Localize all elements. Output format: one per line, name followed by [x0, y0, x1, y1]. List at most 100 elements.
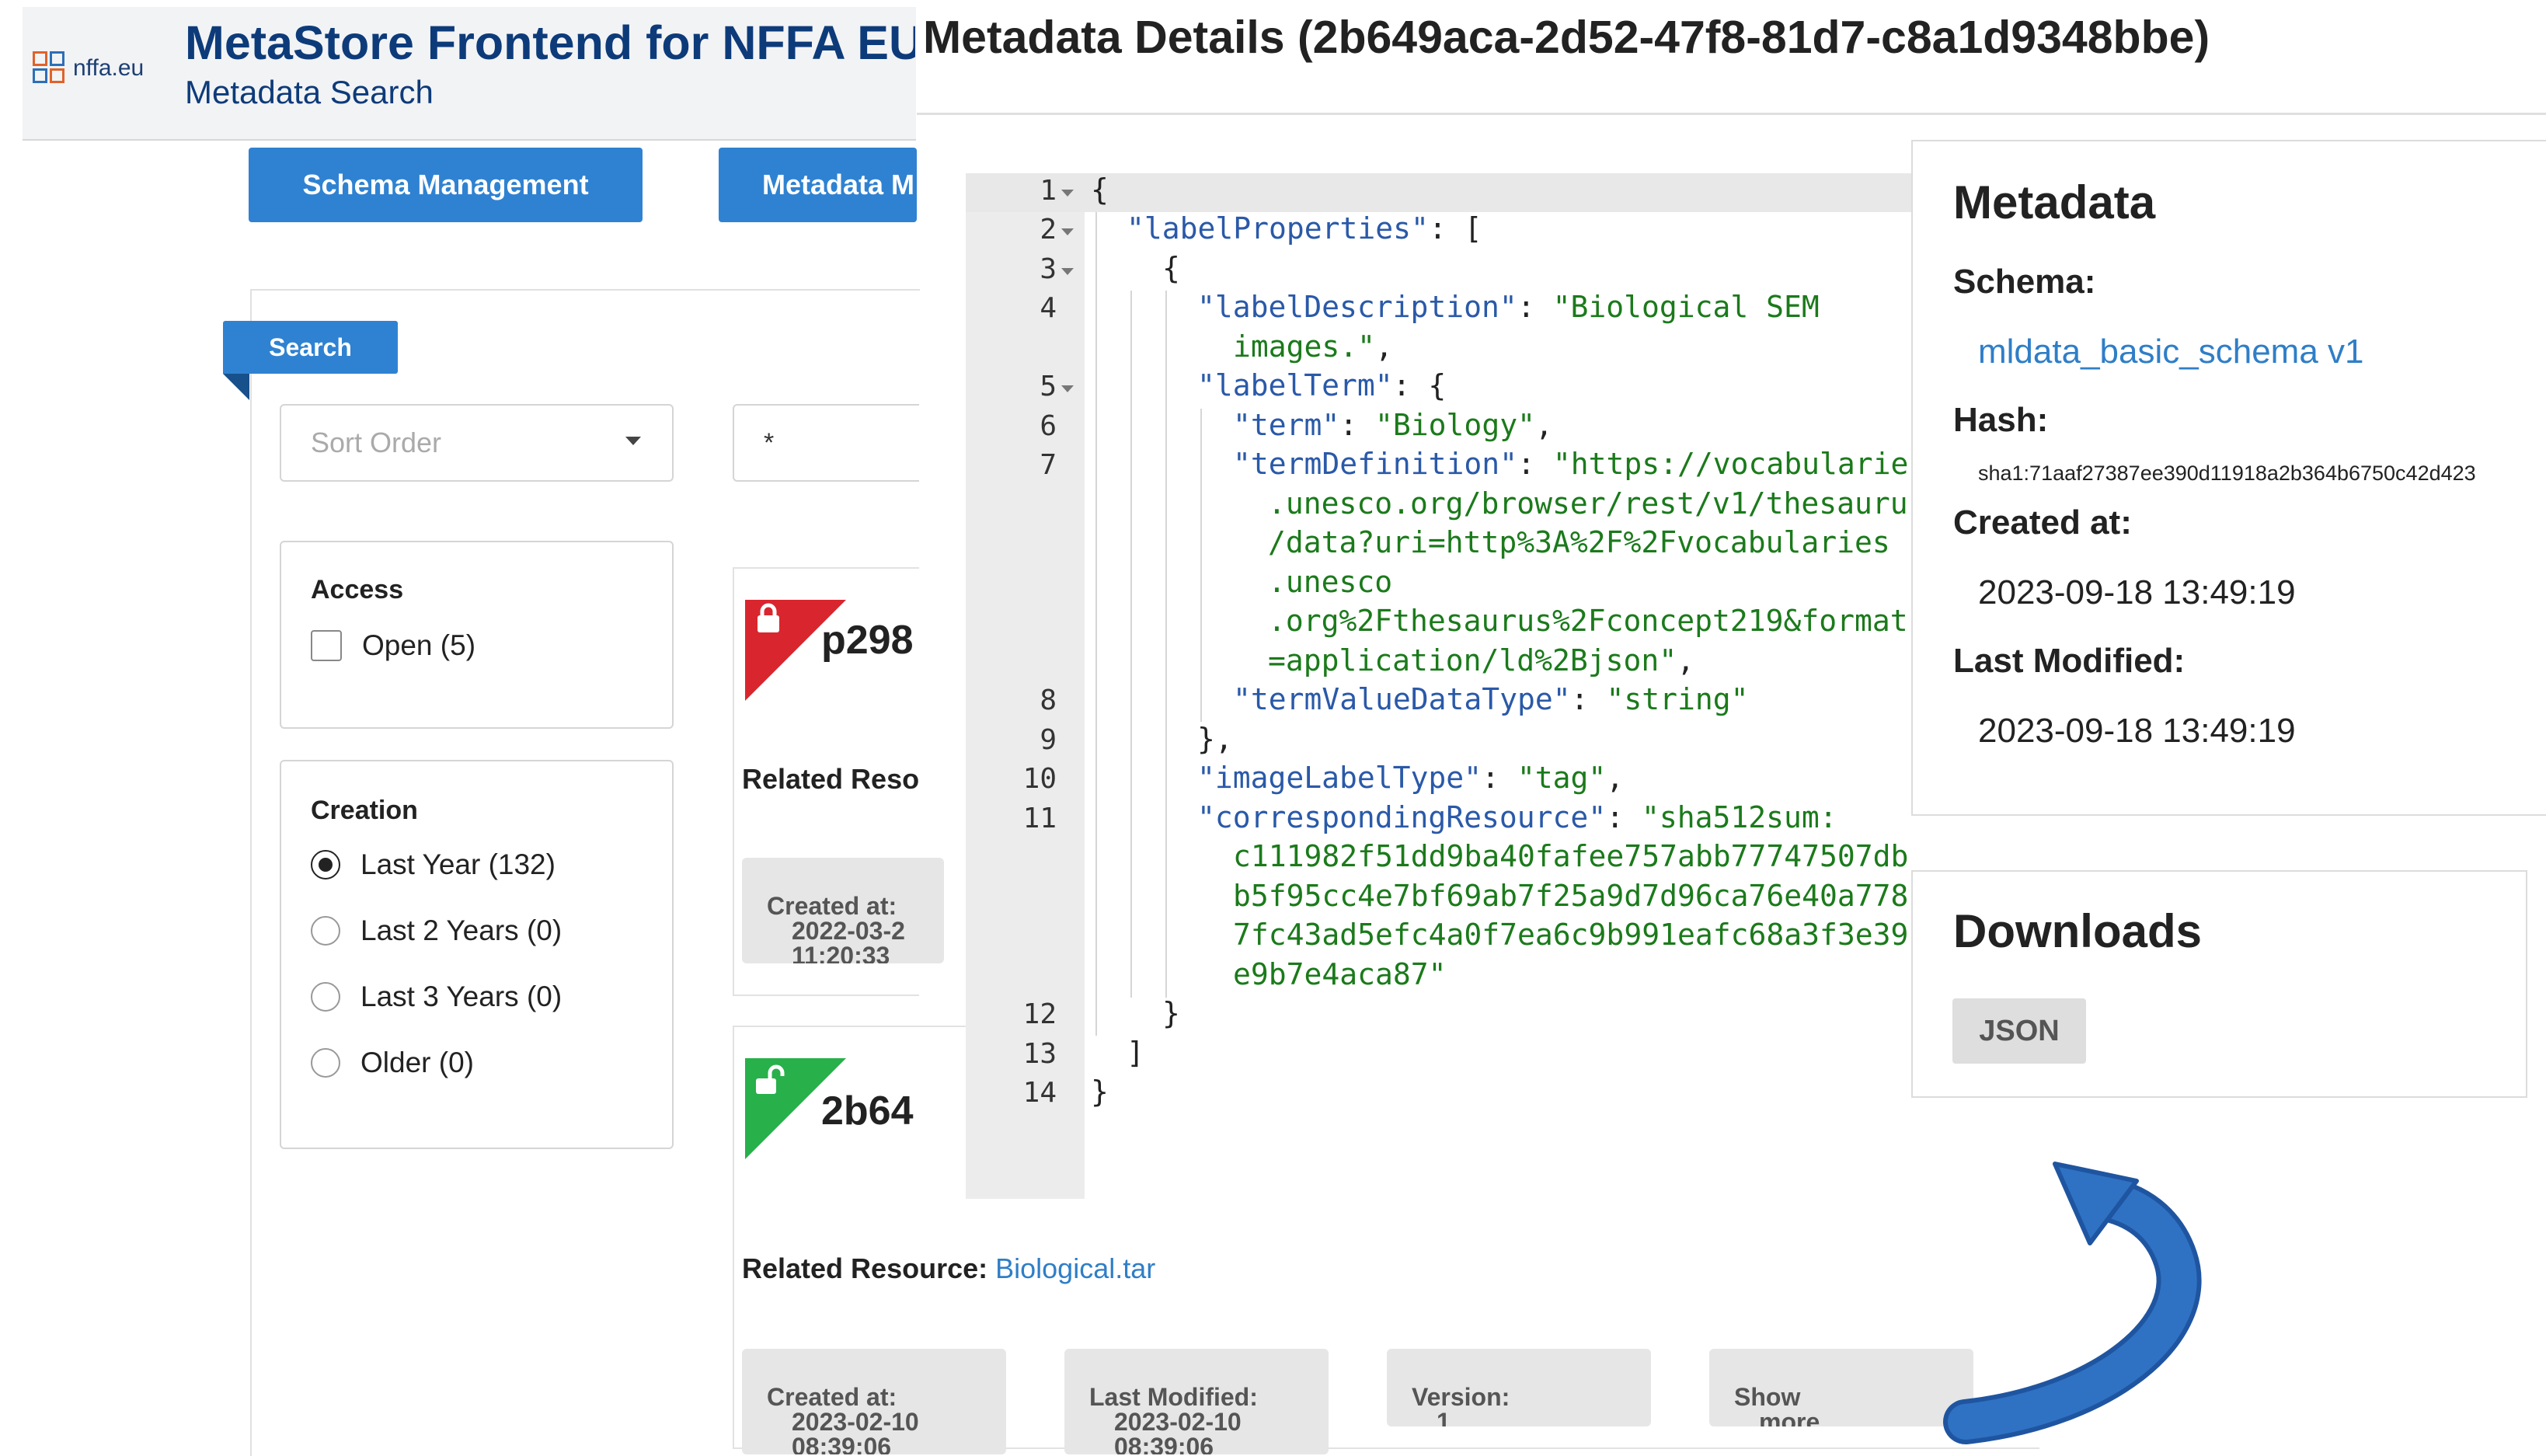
- result-id[interactable]: p298: [821, 617, 914, 664]
- downloads-panel: Downloads: [1911, 870, 2527, 1098]
- chip-value: more...: [1759, 1408, 1841, 1426]
- created-at-chip: Created at: 2022-03-2 11:20:33: [742, 858, 944, 963]
- code-line: "termValueDataType": "string": [1233, 682, 1749, 716]
- search-tab[interactable]: Search: [223, 321, 398, 374]
- code-line: ]: [1127, 1036, 1144, 1070]
- code-line: {: [1091, 172, 1109, 207]
- lock-icon: [754, 603, 782, 642]
- indent-guide: [1165, 291, 1167, 998]
- fold-arrow-icon[interactable]: [1061, 268, 1074, 275]
- creation-option-label: Last 3 Years (0): [360, 981, 562, 1012]
- chip-label: Last Modified:: [1089, 1383, 1258, 1411]
- code-line: "correspondingResource": "sha512sum:: [1197, 800, 1837, 834]
- line-number: 2: [1040, 214, 1057, 246]
- line-number: 14: [1022, 1077, 1057, 1109]
- chip-value: 1: [1437, 1408, 1451, 1426]
- unlock-icon: [754, 1064, 785, 1103]
- creation-facet: Creation Last Year (132) Last 2 Years (0…: [280, 760, 674, 1149]
- line-number: 9: [1040, 724, 1057, 756]
- result-id[interactable]: 2b64: [821, 1088, 914, 1134]
- line-number: 7: [1040, 449, 1057, 481]
- last-modified-value: 2023-09-18 13:49:19: [1978, 712, 2296, 750]
- chip-value: 2023-02-10 08:39:06: [792, 1408, 919, 1454]
- creation-option-label: Older (0): [360, 1047, 474, 1078]
- created-at-value: 2023-09-18 13:49:19: [1978, 573, 2296, 611]
- logo-mark-icon: [33, 51, 67, 85]
- code-line: "labelProperties": [: [1127, 211, 1482, 246]
- schema-label: Schema:: [1953, 263, 2096, 301]
- code-line: }: [1162, 996, 1180, 1030]
- line-number: 12: [1022, 998, 1057, 1030]
- line-number: 10: [1022, 763, 1057, 795]
- chip-label: Show: [1734, 1383, 1801, 1411]
- indent-guide: [1200, 409, 1202, 722]
- active-line-highlight: [966, 173, 1921, 212]
- sort-order-select[interactable]: Sort Order: [280, 404, 674, 482]
- created-at-label: Created at:: [1953, 503, 2132, 542]
- chip-value: 2023-02-10 08:39:06: [1114, 1408, 1242, 1454]
- code-line: "labelTerm": {: [1197, 368, 1447, 402]
- code-line: "term": "Biology",: [1233, 408, 1553, 442]
- result-card[interactable]: p298 Related Reso Created at: 2022-03-2 …: [733, 567, 944, 996]
- chevron-down-icon[interactable]: [625, 437, 641, 445]
- open-checkbox[interactable]: [311, 630, 342, 661]
- chip-label: Created at:: [767, 1383, 897, 1411]
- access-option-open[interactable]: Open (5): [311, 629, 475, 662]
- code-line: "labelDescription": "Biological SEM: [1197, 290, 1820, 324]
- creation-option-older[interactable]: Older (0): [311, 1047, 474, 1079]
- access-facet: Access Open (5): [280, 541, 674, 729]
- code-line: }: [1091, 1075, 1109, 1109]
- metadata-info-panel: Metadata Schema: mldata_basic_schema v1 …: [1911, 140, 2546, 816]
- fold-arrow-icon[interactable]: [1061, 190, 1074, 197]
- code-line: "termDefinition": "https://vocabularie: [1233, 447, 1909, 481]
- code-line: {: [1162, 251, 1180, 285]
- creation-option-label: Last Year (132): [360, 848, 556, 880]
- metadata-panel-heading: Metadata: [1953, 176, 2156, 228]
- code-line: },: [1197, 722, 1233, 756]
- chip-label: Created at:: [767, 892, 897, 920]
- line-number: 3: [1040, 253, 1057, 285]
- line-number: 13: [1022, 1038, 1057, 1070]
- line-number: 6: [1040, 410, 1057, 442]
- code-line: e9b7e4aca87": [1233, 957, 1447, 991]
- creation-option-label: Last 2 Years (0): [360, 914, 562, 946]
- json-download-button[interactable]: JSON: [1952, 998, 2086, 1064]
- creation-facet-title: Creation: [311, 796, 418, 825]
- schema-link[interactable]: mldata_basic_schema v1: [1978, 333, 2363, 371]
- schema-management-button[interactable]: Schema Management: [249, 148, 643, 222]
- last-2-years-radio[interactable]: [311, 916, 340, 946]
- code-line: "imageLabelType": "tag",: [1197, 761, 1625, 795]
- code-line: c111982f51dd9ba40fafee757abb77747507db1: [1233, 839, 1909, 873]
- last-3-years-radio[interactable]: [311, 982, 340, 1012]
- creation-option-last-3-years[interactable]: Last 3 Years (0): [311, 981, 562, 1013]
- code-line: .unesco.org/browser/rest/v1/thesauru: [1268, 486, 1908, 521]
- hash-value: sha1:71aaf27387ee390d11918a2b364b6750c42…: [1978, 462, 2476, 485]
- code-line: 7fc43ad5efc4a0f7ea6c9b991eafc68a3f3e39: [1233, 918, 1909, 952]
- indent-guide: [1095, 212, 1097, 1036]
- last-year-radio[interactable]: [311, 850, 340, 880]
- access-option-label: Open (5): [362, 629, 476, 661]
- show-more-chip[interactable]: Show more...: [1709, 1349, 1973, 1426]
- older-radio[interactable]: [311, 1048, 340, 1078]
- app-subtitle: Metadata Search: [185, 74, 434, 110]
- chip-label: Version:: [1412, 1383, 1510, 1411]
- code-line: images.",: [1233, 329, 1393, 364]
- access-facet-title: Access: [311, 575, 404, 604]
- metadata-details-title: Metadata Details (2b649aca-2d52-47f8-81d…: [923, 12, 2210, 63]
- search-input[interactable]: [733, 404, 919, 482]
- metadata-management-button[interactable]: Metadata M: [719, 148, 917, 222]
- related-resource-link[interactable]: Biological.tar: [995, 1252, 1155, 1284]
- app-title: MetaStore Frontend for NFFA EU: [185, 16, 915, 69]
- version-chip: Version: 1: [1387, 1349, 1651, 1426]
- indent-guide: [1130, 291, 1132, 998]
- creation-option-last-2-years[interactable]: Last 2 Years (0): [311, 914, 562, 947]
- fold-arrow-icon[interactable]: [1061, 385, 1074, 392]
- nffa-logo[interactable]: nffa.eu: [33, 48, 157, 89]
- line-number: 4: [1040, 292, 1057, 324]
- related-resource-label: Related Resource:: [742, 1252, 988, 1284]
- creation-option-last-year[interactable]: Last Year (132): [311, 848, 556, 881]
- created-at-chip: Created at: 2023-02-10 08:39:06: [742, 1349, 1006, 1454]
- fold-arrow-icon[interactable]: [1061, 228, 1074, 235]
- line-number: 8: [1040, 684, 1057, 716]
- chip-value: 2022-03-2 11:20:33: [792, 917, 905, 963]
